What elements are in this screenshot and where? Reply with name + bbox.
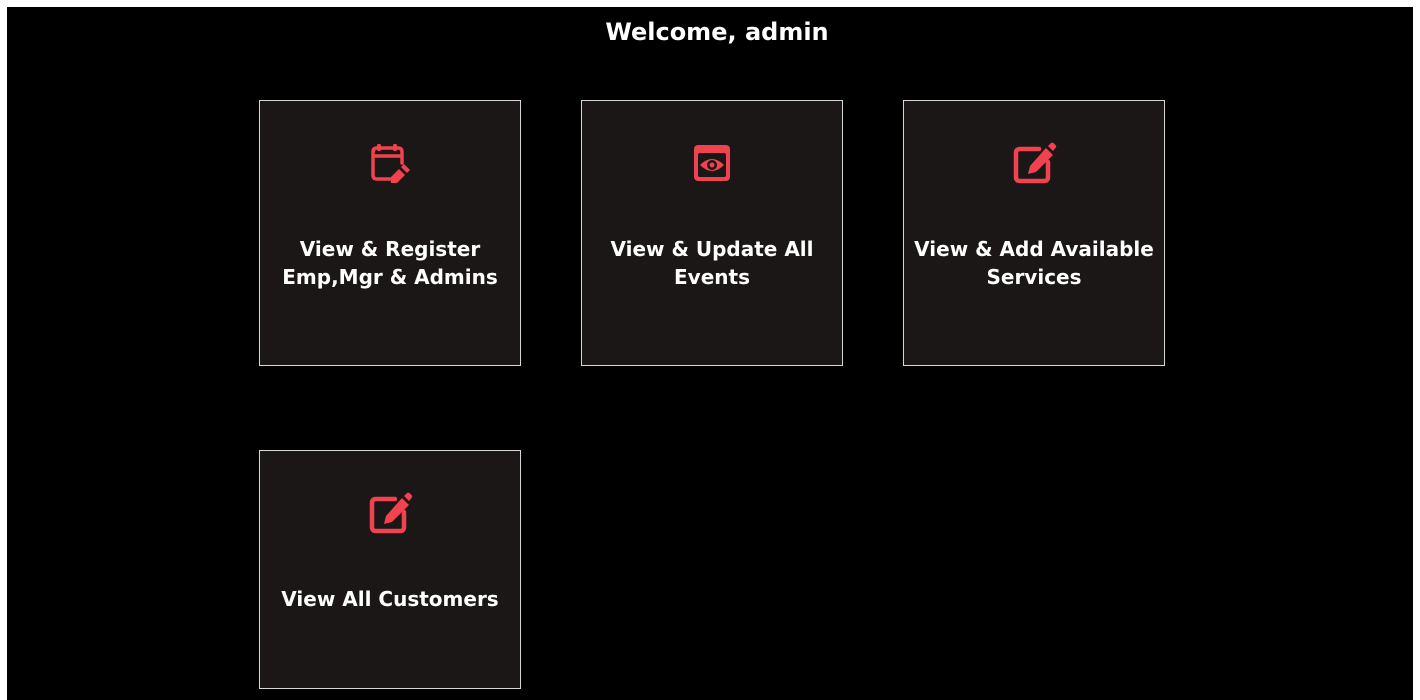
admin-dashboard: Welcome, admin View & Register Emp,Mgr &… (7, 7, 1413, 700)
add-services-card[interactable]: View & Add Available Services (903, 100, 1165, 366)
edit-square-icon (366, 489, 414, 537)
update-events-card[interactable]: View & Update All Events (581, 100, 843, 366)
register-staff-card[interactable]: View & Register Emp,Mgr & Admins (259, 100, 521, 366)
card-label: View & Update All Events (610, 237, 814, 289)
card-label: View & Add Available Services (914, 237, 1154, 289)
edit-square-icon (1010, 139, 1058, 187)
card-label: View All Customers (281, 587, 499, 611)
calendar-edit-icon (366, 139, 414, 187)
window-eye-icon (688, 139, 736, 187)
view-customers-card[interactable]: View All Customers (259, 450, 521, 689)
page-title: Welcome, admin (605, 18, 829, 46)
card-label: View & Register Emp,Mgr & Admins (282, 237, 498, 289)
